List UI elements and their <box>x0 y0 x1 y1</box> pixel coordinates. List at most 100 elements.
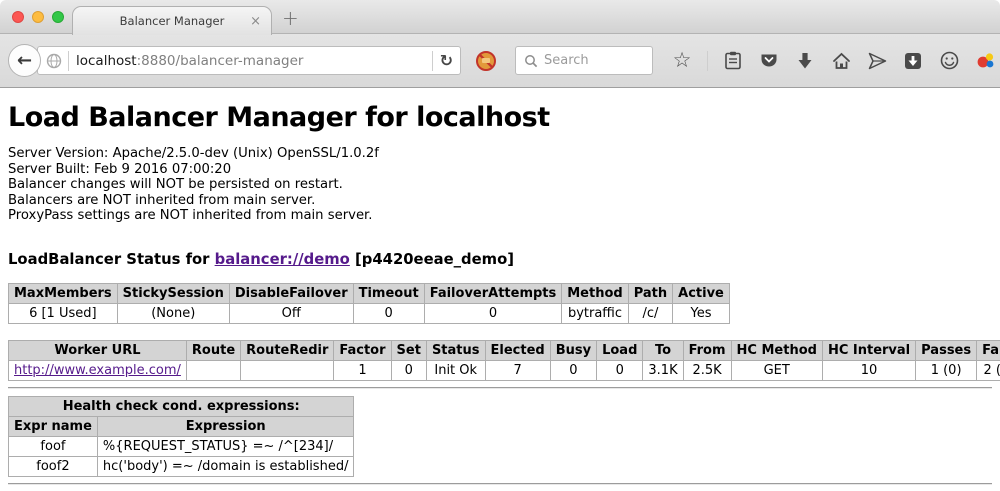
col-passes: Passes <box>916 340 977 360</box>
cell-route <box>186 360 240 380</box>
balancer-demo-link[interactable]: balancer://demo <box>215 251 350 268</box>
urlbar-divider-right <box>432 51 433 71</box>
cell-expression: hc('body') =~ /domain is established/ <box>97 456 354 476</box>
send-plane-icon[interactable] <box>866 50 888 72</box>
col-maxmembers: MaxMembers <box>9 283 118 303</box>
table-header-row: MaxMembers StickySession DisableFailover… <box>9 283 730 303</box>
server-info: Server Version: Apache/2.5.0-dev (Unix) … <box>8 146 992 224</box>
col-load: Load <box>597 340 643 360</box>
tab-title: Balancer Manager <box>120 14 225 28</box>
titlebar: Balancer Manager × + <box>0 0 1000 34</box>
col-disablefailover: DisableFailover <box>229 283 353 303</box>
zoom-window-button[interactable] <box>52 11 64 23</box>
new-tab-button[interactable]: + <box>282 6 299 30</box>
cell-to: 3.1K <box>643 360 683 380</box>
cell-expr-name: foof <box>9 436 98 456</box>
col-expression: Expression <box>97 416 354 436</box>
section-divider <box>8 387 992 389</box>
navigation-toolbar: ← localhost:8880/balancer-manager ↻ <box>0 34 1000 88</box>
url-text: localhost:8880/balancer-manager <box>76 53 303 69</box>
table-row: foof2 hc('body') =~ /domain is establish… <box>9 456 354 476</box>
proxypass-warning-line: ProxyPass settings are NOT inherited fro… <box>8 208 992 224</box>
cell-status: Init Ok <box>426 360 485 380</box>
col-path: Path <box>628 283 672 303</box>
pocket-icon[interactable] <box>758 50 780 72</box>
col-status: Status <box>426 340 485 360</box>
server-version-line: Server Version: Apache/2.5.0-dev (Unix) … <box>8 146 992 162</box>
cell-set: 0 <box>391 360 426 380</box>
urlbar-divider <box>68 51 69 71</box>
status-prefix: LoadBalancer Status for <box>8 251 215 268</box>
cell-stickysession: (None) <box>117 303 229 323</box>
col-route: Route <box>186 340 240 360</box>
col-busy: Busy <box>550 340 596 360</box>
col-hc-interval: HC Interval <box>822 340 915 360</box>
cell-busy: 0 <box>550 360 596 380</box>
cell-method: bytraffic <box>562 303 628 323</box>
search-icon <box>523 53 538 68</box>
tab-close-icon[interactable]: × <box>250 14 261 29</box>
cell-hc-interval: 10 <box>822 360 915 380</box>
minimize-window-button[interactable] <box>32 11 44 23</box>
cell-maxmembers: 6 [1 Used] <box>9 303 118 323</box>
back-button[interactable]: ← <box>8 44 41 77</box>
col-expr-name: Expr name <box>9 416 98 436</box>
back-icon: ← <box>17 50 32 71</box>
bookmarks-clipboard-icon[interactable] <box>722 50 744 72</box>
cell-passes: 1 (0) <box>916 360 977 380</box>
col-hc-method: HC Method <box>731 340 822 360</box>
download-box-icon[interactable] <box>902 50 924 72</box>
tab-balancer-manager[interactable]: Balancer Manager × <box>72 6 272 35</box>
worker-url-link[interactable]: http://www.example.com/ <box>14 363 181 378</box>
balancer-status-heading: LoadBalancer Status for balancer://demo … <box>8 251 992 268</box>
cell-elected: 7 <box>485 360 550 380</box>
url-host: localhost <box>76 53 137 69</box>
url-bar[interactable]: localhost:8880/balancer-manager ↻ <box>37 46 461 75</box>
downloads-icon[interactable] <box>794 50 816 72</box>
cell-failoverattempts: 0 <box>424 303 562 323</box>
col-elected: Elected <box>485 340 550 360</box>
reload-icon[interactable]: ↻ <box>440 51 453 70</box>
globe-icon <box>45 52 62 69</box>
colored-dots-extension-icon[interactable] <box>974 50 996 72</box>
cell-fails: 2 (0) <box>977 360 1000 380</box>
browser-window: Balancer Manager × + ← localhost:8880/ba… <box>0 0 1000 491</box>
cell-routeredir <box>241 360 334 380</box>
table-title-row: Health check cond. expressions: <box>9 396 354 416</box>
col-routeredir: RouteRedir <box>241 340 334 360</box>
cell-timeout: 0 <box>353 303 424 323</box>
cell-active: Yes <box>673 303 730 323</box>
bookmark-star-icon[interactable]: ☆ <box>671 50 693 72</box>
col-stickysession: StickySession <box>117 283 229 303</box>
page-content: Load Balancer Manager for localhost Serv… <box>0 88 1000 491</box>
search-input[interactable] <box>544 53 639 68</box>
cell-disablefailover: Off <box>229 303 353 323</box>
col-timeout: Timeout <box>353 283 424 303</box>
close-window-button[interactable] <box>12 11 24 23</box>
col-worker-url: Worker URL <box>9 340 187 360</box>
inherit-warning-line: Balancers are NOT inherited from main se… <box>8 193 992 209</box>
col-factor: Factor <box>334 340 391 360</box>
toolbar-divider <box>707 51 708 71</box>
cell-load: 0 <box>597 360 643 380</box>
col-failoverattempts: FailoverAttempts <box>424 283 562 303</box>
health-table-title: Health check cond. expressions: <box>9 396 354 416</box>
home-icon[interactable] <box>830 50 852 72</box>
col-method: Method <box>562 283 628 303</box>
worker-table: Worker URL Route RouteRedir Factor Set S… <box>8 340 1000 381</box>
cell-from: 2.5K <box>683 360 731 380</box>
cell-hc-method: GET <box>731 360 822 380</box>
cell-factor: 1 <box>334 360 391 380</box>
col-set: Set <box>391 340 426 360</box>
search-bar[interactable] <box>515 46 653 75</box>
cell-expression: %{REQUEST_STATUS} =~ /^[234]/ <box>97 436 354 456</box>
table-header-row: Worker URL Route RouteRedir Factor Set S… <box>9 340 1000 360</box>
cell-worker-url: http://www.example.com/ <box>9 360 187 380</box>
table-header-row: Expr name Expression <box>9 416 354 436</box>
plugin-blocked-icon[interactable] <box>475 50 497 72</box>
table-row: 6 [1 Used] (None) Off 0 0 bytraffic /c/ … <box>9 303 730 323</box>
status-suffix: [p4420eeae_demo] <box>350 251 514 268</box>
page-title: Load Balancer Manager for localhost <box>8 88 992 133</box>
smiley-feedback-icon[interactable] <box>938 50 960 72</box>
health-check-table: Health check cond. expressions: Expr nam… <box>8 396 354 477</box>
